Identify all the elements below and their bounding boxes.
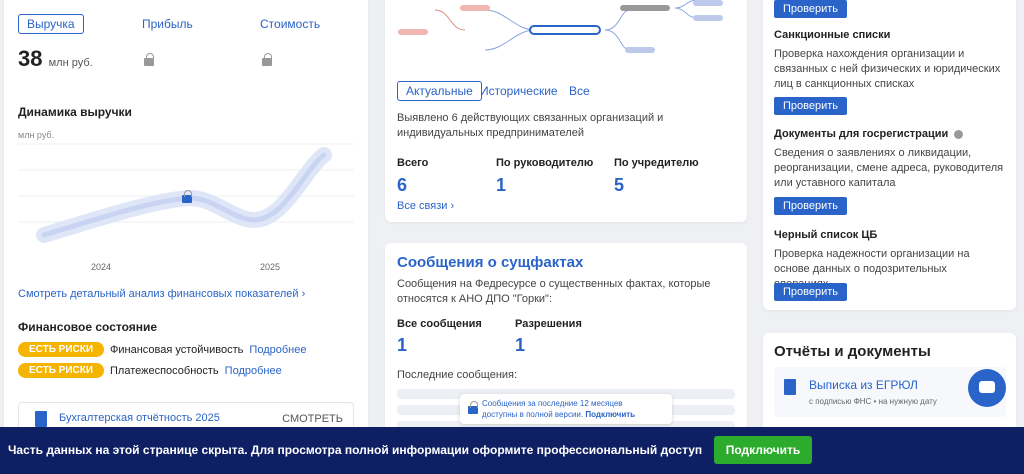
stat-all-messages-value[interactable]: 1 (397, 335, 407, 356)
dynamics-title: Динамика выручки (18, 105, 132, 119)
risk-label: Платежеспособность (110, 364, 219, 377)
lock-note-line: доступны в полной версии. (482, 410, 584, 419)
stat-founder-label: По учредителю (614, 157, 699, 169)
tab-revenue[interactable]: Выручка (18, 14, 84, 34)
report-title: Бухгалтерская отчётность 2025 (59, 412, 220, 424)
stat-founder-value[interactable]: 5 (614, 175, 624, 196)
chevron-right-icon: › (301, 288, 306, 300)
risk-more-link[interactable]: Подробнее (225, 365, 282, 377)
egrul-name: Выписка из ЕГРЮЛ (809, 378, 918, 392)
risk-badge: ЕСТЬ РИСКИ (18, 342, 104, 357)
egrul-sub: с подписью ФНС • на нужную дату (809, 397, 937, 406)
lock-note: Сообщения за последние 12 месяцев доступ… (460, 394, 672, 424)
banner-text: Часть данных на этой странице скрыта. Дл… (8, 443, 703, 457)
document-icon (784, 379, 796, 395)
tab-all[interactable]: Все (569, 84, 590, 98)
check-docs-button[interactable]: Проверить (774, 197, 848, 215)
docs-reg-title: Документы для госрегистрации (774, 128, 964, 140)
lock-note-line: Сообщения за последние 12 месяцев (482, 399, 623, 408)
risk-badge: ЕСТЬ РИСКИ (18, 363, 104, 378)
facts-desc: Сообщения на Федресурсе о существенных ф… (397, 278, 711, 305)
sanctions-title: Санкционные списки (774, 29, 891, 41)
stat-permits-value[interactable]: 1 (515, 335, 525, 356)
lock-note-text: Сообщения за последние 12 месяцев доступ… (482, 398, 635, 420)
connect-button[interactable]: Подключить (714, 436, 812, 464)
lock-icon (144, 53, 154, 66)
chat-icon (979, 381, 995, 393)
facts-title: Сообщения о сущфактах (397, 254, 584, 271)
check-cb-button[interactable]: Проверить (774, 283, 848, 301)
last-messages-label: Последние сообщения: (397, 369, 518, 381)
year-label: 2025 (260, 262, 281, 272)
facts-card: Сообщения о сущфактах Сообщения на Федре… (385, 243, 747, 443)
chart-lock-icon (182, 190, 192, 203)
risk-row: ЕСТЬ РИСКИ Финансовая устойчивость Подро… (18, 342, 306, 357)
docs-reg-text: Сведения о заявлениях о ликвидации, реор… (774, 147, 1004, 189)
stat-director-label: По руководителю (496, 157, 594, 169)
connections-card: Актуальные Исторические Все Выявлено 6 д… (385, 0, 747, 222)
all-links-link[interactable]: Все связи › (397, 200, 454, 212)
tab-value[interactable]: Стоимость (260, 17, 320, 31)
docs-reg-label: Документы для госрегистрации (774, 128, 949, 140)
connections-desc: Выявлено 6 действующих связанных организ… (397, 112, 664, 139)
tab-historical[interactable]: Исторические (480, 84, 558, 98)
connections-graph (398, 0, 723, 53)
revenue-value: 38 млн руб. (18, 46, 93, 72)
all-links-label: Все связи (397, 200, 448, 212)
risk-row: ЕСТЬ РИСКИ Платежеспособность Подробнее (18, 363, 282, 378)
finance-card: Выручка Прибыль Стоимость 38 млн руб. Ди… (4, 0, 368, 440)
year-label: 2024 (91, 262, 112, 272)
lock-connect-link[interactable]: Подключить (585, 410, 635, 419)
lock-icon (262, 53, 272, 66)
chat-button[interactable] (968, 369, 1006, 407)
revenue-unit: млн руб. (48, 57, 93, 69)
detail-analysis-label: Смотреть детальный анализ финансовых пок… (18, 288, 299, 300)
stat-total-label: Всего (397, 157, 429, 169)
risk-more-link[interactable]: Подробнее (249, 344, 306, 356)
check-sanctions-button[interactable]: Проверить (774, 97, 848, 115)
tab-actual[interactable]: Актуальные (397, 81, 482, 101)
sanctions-text: Проверка нахождения организации и связан… (774, 48, 1001, 90)
report-view-button[interactable]: СМОТРЕТЬ (282, 413, 343, 425)
stat-all-messages-label: Все сообщения (397, 318, 482, 330)
document-icon (35, 411, 47, 427)
checks-card: Проверить Санкционные списки Проверка на… (763, 0, 1016, 310)
detail-analysis-link[interactable]: Смотреть детальный анализ финансовых пок… (18, 288, 305, 300)
check-button[interactable]: Проверить (774, 0, 848, 18)
stat-director-value[interactable]: 1 (496, 175, 506, 196)
reports-title: Отчёты и документы (774, 343, 931, 360)
revenue-number: 38 (18, 46, 43, 71)
cb-blacklist-title: Черный список ЦБ (774, 229, 878, 241)
tab-profit[interactable]: Прибыль (142, 17, 193, 31)
stat-permits-label: Разрешения (515, 318, 582, 330)
paywall-banner: Часть данных на этой странице скрыта. Дл… (0, 427, 1024, 474)
risk-label: Финансовая устойчивость (110, 343, 244, 356)
lock-icon (468, 401, 478, 414)
info-icon[interactable] (954, 129, 964, 139)
dynamics-unit: млн руб. (18, 130, 55, 140)
chevron-right-icon: › (450, 200, 455, 212)
stat-total-value[interactable]: 6 (397, 175, 407, 196)
fin-state-title: Финансовое состояние (18, 320, 158, 334)
